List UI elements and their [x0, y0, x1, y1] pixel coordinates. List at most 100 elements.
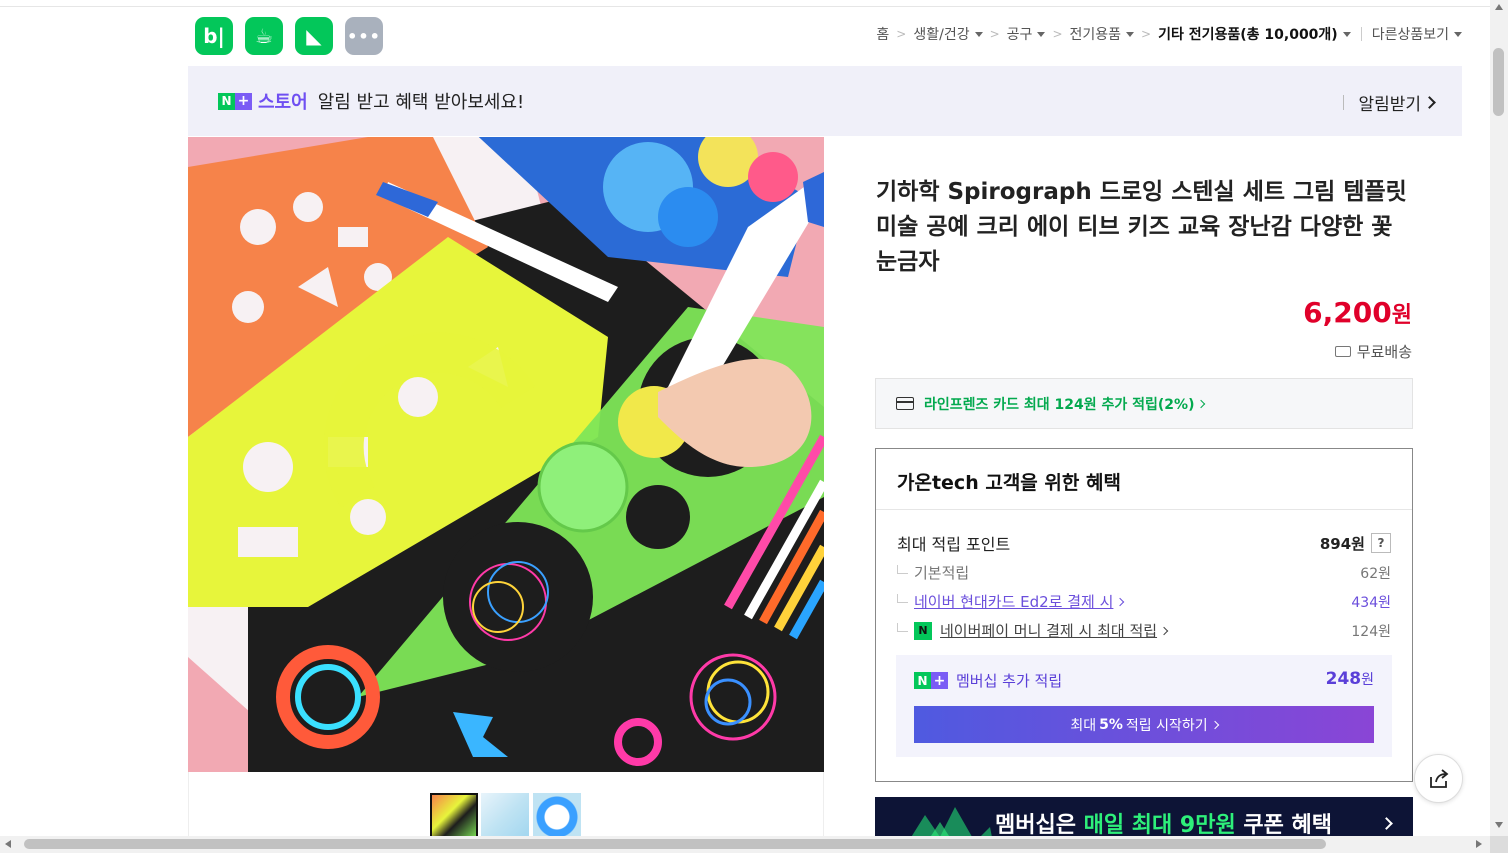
thumbnail-1[interactable]: [430, 793, 478, 841]
shipping-info: 무료배송: [1334, 341, 1412, 362]
divider: [876, 509, 1412, 510]
thumbnail-3[interactable]: [533, 793, 581, 841]
breadcrumb-label: 공구: [1006, 27, 1033, 43]
breadcrumb-category-3[interactable]: 전기용품: [1070, 24, 1135, 44]
breadcrumb-category-1[interactable]: 생활/건강: [913, 24, 983, 44]
product-price: 6,200원: [1303, 296, 1412, 329]
plus-logo-icon: +: [235, 92, 252, 110]
basic-points-row: 기본적립 62원: [897, 562, 1391, 583]
n-logo-icon: N: [914, 672, 931, 689]
promo-text-highlight: 매일 최대 9만원: [1083, 813, 1236, 838]
vertical-scroll-thumb[interactable]: [1493, 48, 1504, 116]
subscribe-alert-label: 알림받기: [1358, 95, 1421, 115]
breadcrumb-separator: >: [896, 27, 907, 41]
blog-icon[interactable]: b|: [195, 17, 233, 55]
chevron-right-icon: [1116, 597, 1125, 606]
divider: [1343, 95, 1345, 110]
membership-value-wrap: 248원: [1326, 669, 1374, 689]
npay-label-wrap[interactable]: N 네이버페이 머니 결제 시 최대 적립: [897, 620, 1169, 641]
banner-message: 알림 받고 혜택 받아보세요!: [317, 92, 525, 113]
max-points-label: 최대 적립 포인트: [897, 535, 1011, 554]
scrollbar-corner: [1490, 836, 1508, 853]
chevron-right-icon: [1197, 399, 1206, 408]
npay-row: N 네이버페이 머니 결제 시 최대 적립 124원: [897, 620, 1391, 641]
scroll-up-icon[interactable]: [1495, 4, 1503, 10]
scroll-right-icon[interactable]: [1476, 840, 1482, 848]
hyundai-card-link[interactable]: 네이버 현대카드 Ed2로 결제 시: [914, 591, 1113, 612]
benefits-title: 가온tech 고객을 위한 혜택: [897, 472, 1121, 494]
store-logo-text: 스토어: [258, 92, 308, 113]
card-offer-text: 라인프렌즈 카드 최대 124원 추가 적립(2%): [924, 394, 1206, 414]
scroll-down-icon[interactable]: [1495, 822, 1503, 828]
max-points-value-wrap: 894원?: [1320, 533, 1391, 554]
promo-text: 멤버십은 매일 최대 9만원 쿠폰 혜택: [995, 807, 1332, 839]
caret-down-icon: [974, 31, 983, 37]
hyundai-card-label-wrap[interactable]: 네이버 현대카드 Ed2로 결제 시: [897, 591, 1125, 612]
vertical-scrollbar[interactable]: [1490, 0, 1508, 836]
share-icon: [1429, 768, 1448, 788]
npay-value: 124원: [1351, 623, 1391, 640]
basic-points-label: 기본적립: [914, 564, 970, 582]
bookmark-icon[interactable]: ◣: [295, 17, 333, 55]
caret-down-icon: [1454, 31, 1462, 37]
membership-btn-text: 적립 시작하기: [1125, 717, 1208, 734]
thumbnail-2[interactable]: [481, 793, 529, 841]
horizontal-scroll-thumb[interactable]: [24, 839, 1326, 849]
breadcrumb-separator: >: [1052, 27, 1063, 41]
membership-btn-text: 최대: [1070, 717, 1097, 734]
product-title: 기하학 Spirograph 드로잉 스텐실 세트 그림 템플릿 미술 공예 크…: [876, 179, 1407, 275]
membership-box: N + 멤버십 추가 적립 248원 최대 5% 적립 시작하기: [896, 655, 1392, 757]
caret-down-icon: [1342, 31, 1351, 37]
nplus-logo: N +: [218, 92, 252, 110]
tree-branch-icon: [897, 565, 908, 574]
basic-points-value: 62원: [1360, 565, 1391, 582]
share-button[interactable]: [1414, 754, 1463, 803]
tree-branch-icon: [897, 594, 908, 603]
breadcrumb-home[interactable]: 홈: [876, 24, 889, 44]
breadcrumb-category-2[interactable]: 공구: [1007, 24, 1046, 44]
nplus-logo: N +: [914, 672, 948, 689]
horizontal-scrollbar[interactable]: [0, 836, 1490, 853]
spirograph-stencil-illustration: [188, 137, 824, 772]
other-products-label: 다른상품보기: [1371, 27, 1449, 43]
chevron-right-icon: [1159, 626, 1169, 635]
card-offer-label: 라인프렌즈 카드 최대 124원 추가 적립(2%): [924, 396, 1195, 413]
membership-value: 248: [1325, 669, 1362, 689]
npay-link[interactable]: 네이버페이 머니 결제 시 최대 적립: [940, 620, 1157, 641]
membership-btn-percent: 5%: [1099, 716, 1123, 733]
max-points-value: 894원: [1319, 534, 1365, 553]
breadcrumb: 홈 > 생활/건강 > 공구 > 전기용품 > 기타 전기용품 (총 10,000…: [876, 24, 1462, 44]
scroll-left-icon[interactable]: [5, 840, 11, 848]
max-points-row: 최대 적립 포인트 894원?: [897, 531, 1391, 555]
promo-text-pre: 멤버십은: [995, 813, 1076, 838]
breadcrumb-category-4[interactable]: 기타 전기용품 (총 10,000개): [1158, 24, 1351, 44]
card-offer-banner[interactable]: 라인프렌즈 카드 최대 124원 추가 적립(2%): [875, 378, 1413, 429]
chevron-right-icon: [1380, 817, 1393, 830]
price-unit: 원: [1391, 303, 1412, 328]
start-membership-button[interactable]: 최대 5% 적립 시작하기: [914, 706, 1374, 743]
caret-down-icon: [1126, 31, 1135, 37]
other-products-dropdown[interactable]: 다른상품보기: [1372, 24, 1462, 44]
basic-points-label-wrap: 기본적립: [897, 562, 969, 583]
credit-card-icon: [896, 397, 914, 410]
membership-label-wrap: N + 멤버십 추가 적립: [914, 670, 1062, 691]
cafe-icon[interactable]: ☕: [245, 17, 283, 55]
truck-icon: [1334, 346, 1351, 357]
naverpay-icon: N: [914, 621, 932, 640]
tree-branch-icon: [897, 623, 908, 632]
breadcrumb-label: 생활/건강: [913, 27, 970, 43]
caret-down-icon: [1037, 31, 1046, 37]
customer-benefits-panel: 가온tech 고객을 위한 혜택 최대 적립 포인트 894원? 기본적립 62…: [875, 448, 1413, 782]
breadcrumb-count: (총 10,000개): [1240, 27, 1338, 43]
product-main-image[interactable]: [188, 137, 824, 772]
plus-logo-icon: +: [931, 672, 948, 689]
more-icon[interactable]: •••: [345, 17, 383, 55]
subscribe-alert-button[interactable]: 알림받기: [1343, 90, 1436, 115]
chevron-right-icon: [1210, 720, 1219, 729]
chevron-right-icon: [1423, 96, 1436, 109]
breadcrumb-label: 기타 전기용품: [1158, 27, 1241, 43]
breadcrumb-label: 전기용품: [1069, 27, 1122, 43]
shipping-label: 무료배송: [1356, 343, 1412, 361]
hyundai-card-row: 네이버 현대카드 Ed2로 결제 시 434원: [897, 591, 1391, 612]
help-icon[interactable]: ?: [1371, 533, 1391, 553]
